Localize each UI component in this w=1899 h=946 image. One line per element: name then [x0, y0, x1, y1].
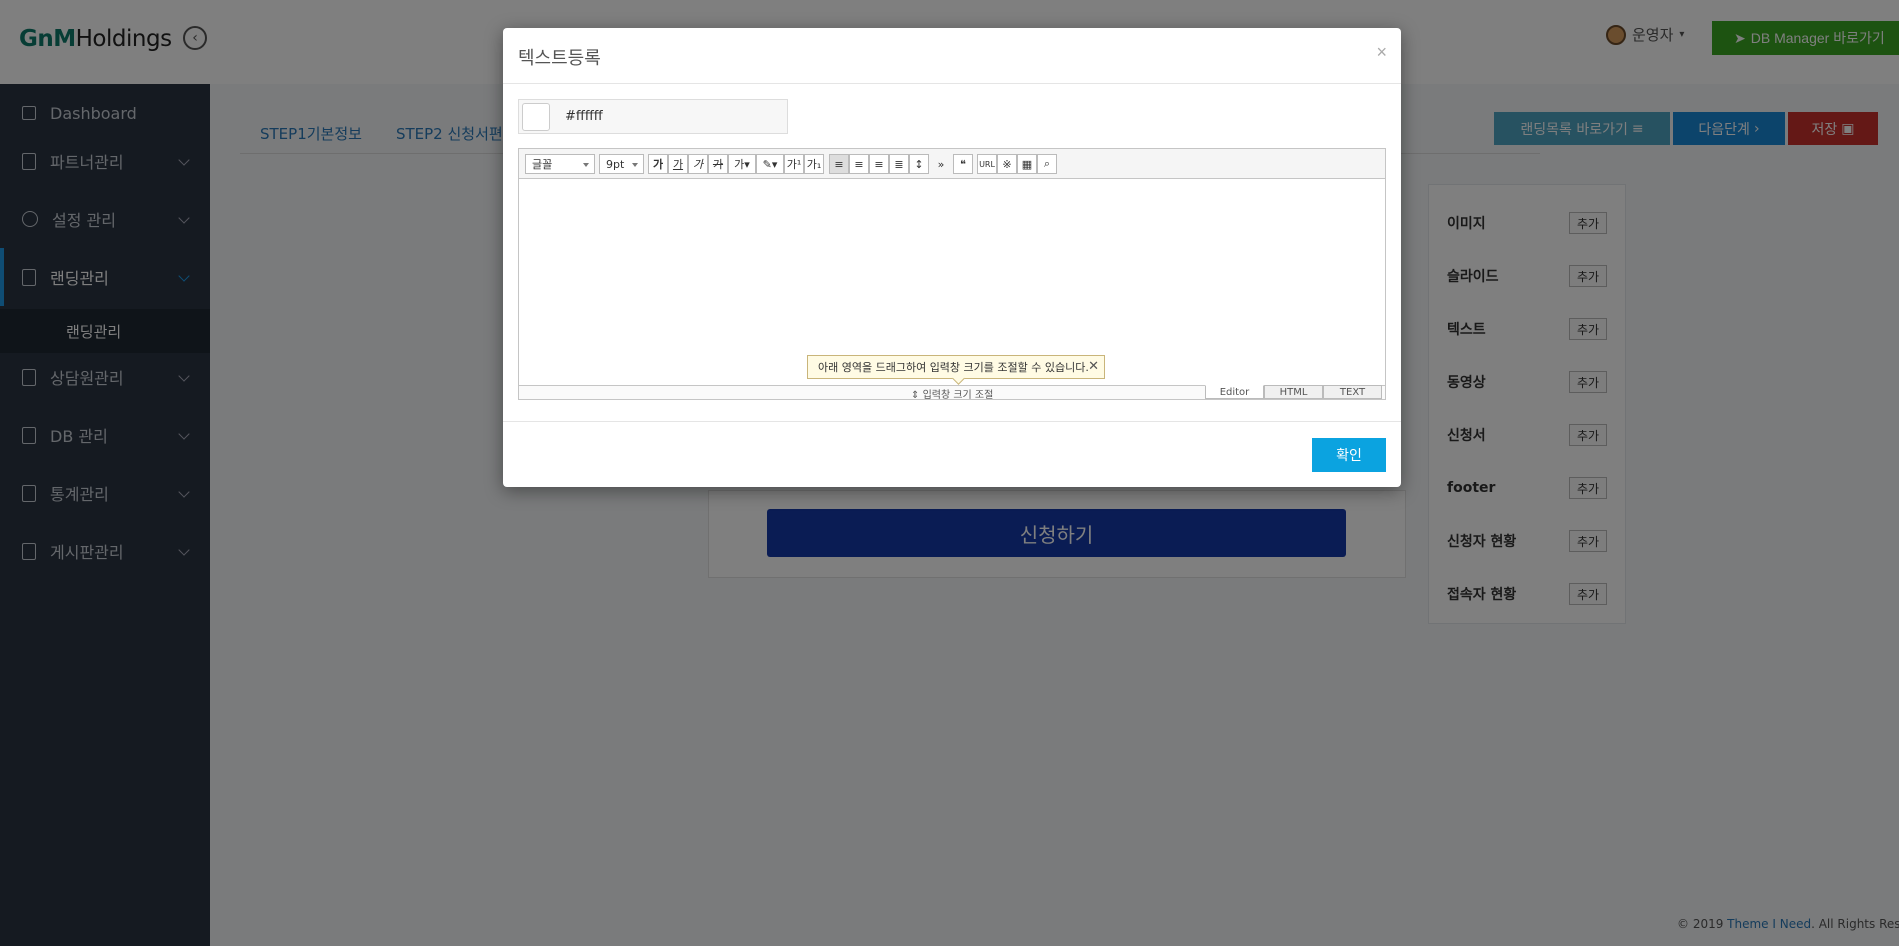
align-right-icon[interactable]: ≡	[869, 154, 889, 174]
special-char-icon[interactable]: ※	[997, 154, 1017, 174]
line-height-icon[interactable]: ↕	[909, 154, 929, 174]
text-editor: 글꼴 9pt 가 가 가 가 가▾ ✎▾ 가¹ 가₁ ≡ ≡ ≡ ≣ ↕ » ❝…	[518, 148, 1386, 401]
editor-toolbar: 글꼴 9pt 가 가 가 가 가▾ ✎▾ 가¹ 가₁ ≡ ≡ ≡ ≣ ↕ » ❝…	[519, 149, 1385, 179]
color-picker[interactable]: #ffffff	[518, 99, 788, 134]
color-value: #ffffff	[565, 109, 603, 124]
color-swatch[interactable]	[522, 102, 550, 131]
font-select[interactable]: 글꼴	[525, 154, 595, 174]
quote-icon[interactable]: ❝	[953, 154, 973, 174]
align-left-icon[interactable]: ≡	[829, 154, 849, 174]
confirm-button[interactable]: 확인	[1312, 438, 1386, 472]
close-icon[interactable]: ✕	[1088, 359, 1099, 374]
url-icon[interactable]: URL	[977, 154, 997, 174]
resize-label: ⇕ 입력창 크기 조절	[911, 390, 994, 401]
mode-tab-editor[interactable]: Editor	[1205, 385, 1264, 399]
table-icon[interactable]: ▦	[1017, 154, 1037, 174]
background-color-icon[interactable]: ✎▾	[756, 154, 784, 174]
tooltip-text: 아래 영역을 드래그하여 입력창 크기를 조절할 수 있습니다.	[818, 361, 1089, 374]
superscript-icon[interactable]: 가¹	[784, 154, 804, 174]
subscript-icon[interactable]: 가₁	[804, 154, 824, 174]
font-color-icon[interactable]: 가▾	[728, 154, 756, 174]
modal-divider	[503, 421, 1401, 422]
resize-tooltip: 아래 영역을 드래그하여 입력창 크기를 조절할 수 있습니다. ✕	[807, 355, 1105, 379]
mode-tab-text[interactable]: TEXT	[1323, 385, 1382, 399]
search-icon[interactable]: ⌕	[1037, 154, 1057, 174]
align-center-icon[interactable]: ≡	[849, 154, 869, 174]
strikethrough-icon[interactable]: 가	[708, 154, 728, 174]
modal-title: 텍스트등록	[518, 48, 601, 69]
mode-tab-html[interactable]: HTML	[1264, 385, 1323, 399]
more-icon[interactable]: »	[933, 154, 949, 174]
close-icon[interactable]: ×	[1376, 42, 1387, 63]
italic-icon[interactable]: 가	[688, 154, 708, 174]
underline-icon[interactable]: 가	[668, 154, 688, 174]
font-size-select[interactable]: 9pt	[599, 154, 644, 174]
resize-label-text: 입력창 크기 조절	[922, 390, 994, 401]
bold-icon[interactable]: 가	[648, 154, 668, 174]
modal-header: 텍스트등록 ×	[503, 28, 1401, 84]
align-justify-icon[interactable]: ≣	[889, 154, 909, 174]
resize-handle[interactable]: ⇕ 입력창 크기 조절 Editor HTML TEXT	[519, 385, 1385, 401]
text-register-modal: 텍스트등록 × #ffffff 글꼴 9pt 가 가 가 가 가▾ ✎▾ 가¹ …	[503, 28, 1401, 487]
